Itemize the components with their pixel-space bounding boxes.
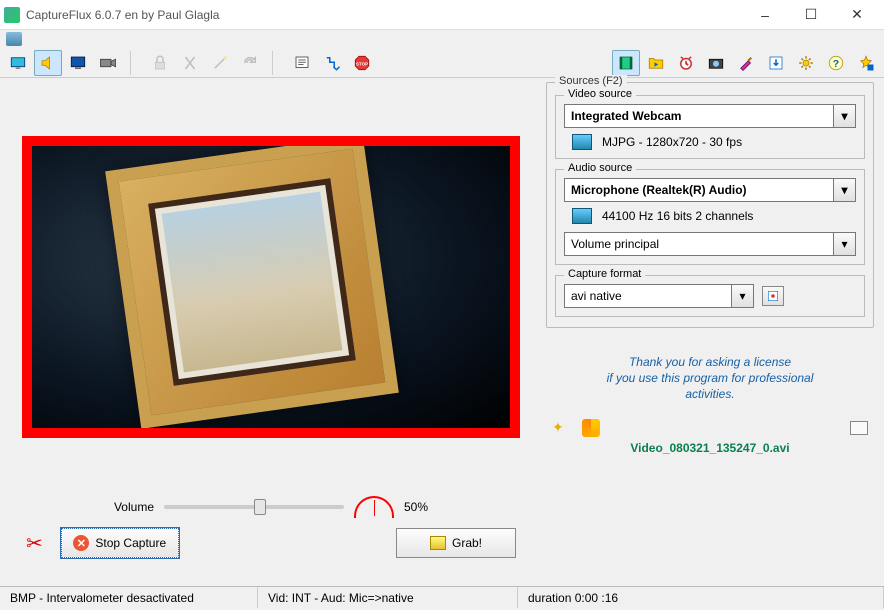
audio-settings-icon[interactable]: [572, 208, 592, 224]
chevron-down-icon: ▾: [731, 285, 753, 307]
sparkle-icon[interactable]: [552, 419, 570, 437]
export-icon[interactable]: [762, 50, 790, 76]
help-icon[interactable]: ?: [822, 50, 850, 76]
window-title: CaptureFlux 6.0.7 en by Paul Glagla: [26, 8, 742, 22]
video-source-value: Integrated Webcam: [571, 109, 681, 123]
chevron-down-icon: ▾: [833, 105, 855, 127]
license-message: Thank you for asking a license if you us…: [546, 348, 874, 409]
wand-icon[interactable]: [206, 50, 234, 76]
svg-text:?: ?: [833, 57, 839, 69]
status-cell-3: duration 0:00 :16: [518, 587, 884, 608]
refresh-icon[interactable]: [236, 50, 264, 76]
status-cell-2: Vid: INT - Aud: Mic=>native: [258, 587, 518, 608]
lock-icon[interactable]: [146, 50, 174, 76]
audio-info: 44100 Hz 16 bits 2 channels: [602, 209, 753, 223]
license-line3: activities.: [556, 386, 864, 402]
license-line1: Thank you for asking a license: [556, 354, 864, 370]
step-icon[interactable]: [318, 50, 346, 76]
app-icon: [4, 7, 20, 23]
status-cell-1: BMP - Intervalometer desactivated: [0, 587, 258, 608]
audio-source-select[interactable]: Microphone (Realtek(R) Audio) ▾: [564, 178, 856, 202]
close-button[interactable]: ✕: [834, 0, 880, 30]
stop-capture-button[interactable]: ✕ Stop Capture: [61, 528, 179, 558]
volume-mixer-select[interactable]: Volume principal ▾: [564, 232, 856, 256]
main-area: Volume 50% ✂ ✕ Stop Capture Grab! Source…: [0, 78, 884, 586]
video-source-group: Video source Integrated Webcam ▾ MJPG - …: [555, 95, 865, 159]
titlebar: CaptureFlux 6.0.7 en by Paul Glagla – ☐ …: [0, 0, 884, 30]
snapshot-icon[interactable]: [702, 50, 730, 76]
left-pane: Volume 50% ✂ ✕ Stop Capture Grab!: [0, 78, 542, 586]
filmstrip-icon[interactable]: [612, 50, 640, 76]
right-pane: Sources (F2) Video source Integrated Web…: [542, 78, 884, 586]
grab-icon: [430, 536, 446, 550]
volume-percent: 50%: [404, 500, 428, 514]
runner-icon[interactable]: [582, 419, 600, 437]
audio-source-value: Microphone (Realtek(R) Audio): [571, 183, 747, 197]
brush-icon[interactable]: [732, 50, 760, 76]
chevron-down-icon: ▾: [833, 233, 855, 255]
output-filename[interactable]: Video_080321_135247_0.avi: [630, 441, 789, 455]
stop-capture-label: Stop Capture: [95, 536, 166, 550]
video-source-legend: Video source: [564, 88, 636, 100]
gear-icon[interactable]: [792, 50, 820, 76]
minimize-button[interactable]: –: [742, 0, 788, 30]
video-info: MJPG - 1280x720 - 30 fps: [602, 135, 742, 149]
video-preview[interactable]: [22, 136, 520, 438]
system-menu-icon[interactable]: [0, 30, 884, 48]
svg-text:STOP: STOP: [356, 61, 368, 66]
camera-icon[interactable]: [94, 50, 122, 76]
capture-format-legend: Capture format: [564, 268, 645, 280]
alarm-icon[interactable]: [672, 50, 700, 76]
status-bar: BMP - Intervalometer desactivated Vid: I…: [0, 586, 884, 608]
video-settings-icon[interactable]: [572, 134, 592, 150]
capture-format-value: avi native: [571, 289, 622, 303]
button-row: ✂ ✕ Stop Capture Grab!: [6, 518, 536, 564]
license-line2: if you use this program for professional: [556, 370, 864, 386]
sources-group: Sources (F2) Video source Integrated Web…: [546, 82, 874, 328]
video-source-select[interactable]: Integrated Webcam ▾: [564, 104, 856, 128]
star-wand-icon[interactable]: [852, 50, 880, 76]
capture-format-group: Capture format avi native ▾: [555, 275, 865, 317]
output-config-icon[interactable]: [850, 421, 868, 435]
chevron-down-icon: ▾: [833, 179, 855, 201]
volume-mixer-value: Volume principal: [571, 237, 659, 251]
toolbar: STOP ?: [0, 48, 884, 78]
display-icon[interactable]: [64, 50, 92, 76]
capture-format-select[interactable]: avi native ▾: [564, 284, 754, 308]
output-row: [546, 419, 874, 437]
volume-slider[interactable]: [164, 505, 344, 509]
volume-label: Volume: [114, 500, 154, 514]
speaker-icon[interactable]: [34, 50, 62, 76]
folder-play-icon[interactable]: [642, 50, 670, 76]
grab-button[interactable]: Grab!: [396, 528, 516, 558]
maximize-button[interactable]: ☐: [788, 0, 834, 30]
grab-label: Grab!: [452, 536, 482, 550]
stop-x-icon: ✕: [73, 535, 89, 551]
stop-sign-icon[interactable]: STOP: [348, 50, 376, 76]
scissors-icon[interactable]: ✂: [26, 531, 43, 556]
volume-row: Volume 50%: [6, 496, 536, 518]
audio-source-group: Audio source Microphone (Realtek(R) Audi…: [555, 169, 865, 265]
cut-icon[interactable]: [176, 50, 204, 76]
note-icon[interactable]: [288, 50, 316, 76]
sources-legend: Sources (F2): [555, 75, 627, 87]
monitor-icon[interactable]: [4, 50, 32, 76]
capture-format-browse-button[interactable]: [762, 286, 784, 306]
toolbar-separator: [272, 51, 280, 75]
audio-source-legend: Audio source: [564, 162, 636, 174]
toolbar-separator: [130, 51, 138, 75]
volume-gauge-icon: [354, 496, 394, 518]
